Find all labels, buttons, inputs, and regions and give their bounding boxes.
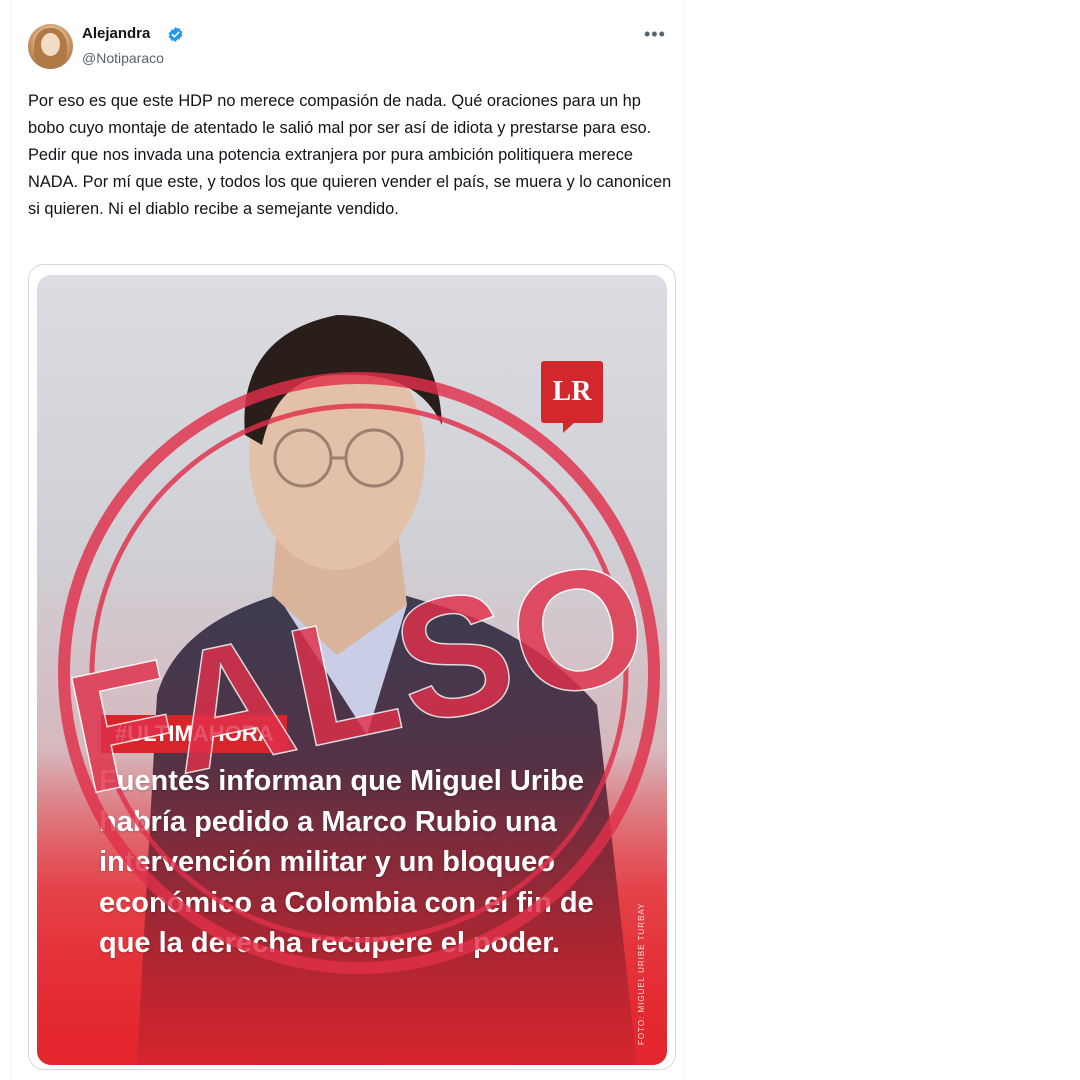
avatar-face (41, 33, 60, 56)
author-handle[interactable]: @Notiparaco (82, 50, 164, 66)
tweet-media-image[interactable]: LR #ULTIMAHORA Fuentes informan que Migu… (37, 275, 667, 1065)
verified-badge-icon (168, 27, 183, 42)
lr-logo: LR (541, 361, 603, 433)
photo-credit: FOTO: MIGUEL URIBE TURBAY (637, 902, 646, 1046)
author-display-name[interactable]: Alejandra (82, 25, 150, 42)
more-options-icon[interactable]: ••• (644, 24, 666, 45)
news-headline: Fuentes informan que Miguel Uribe habría… (99, 765, 594, 959)
tweet-text: Por eso es que este HDP no merece compas… (28, 92, 676, 218)
tweet-card: Alejandra @Notiparaco ••• Por eso es que… (10, 0, 684, 1080)
hashtag-label: #ULTIMAHORA (101, 715, 288, 753)
tweet-media-card[interactable]: LR #ULTIMAHORA Fuentes informan que Migu… (28, 264, 676, 1070)
avatar[interactable] (28, 24, 73, 69)
